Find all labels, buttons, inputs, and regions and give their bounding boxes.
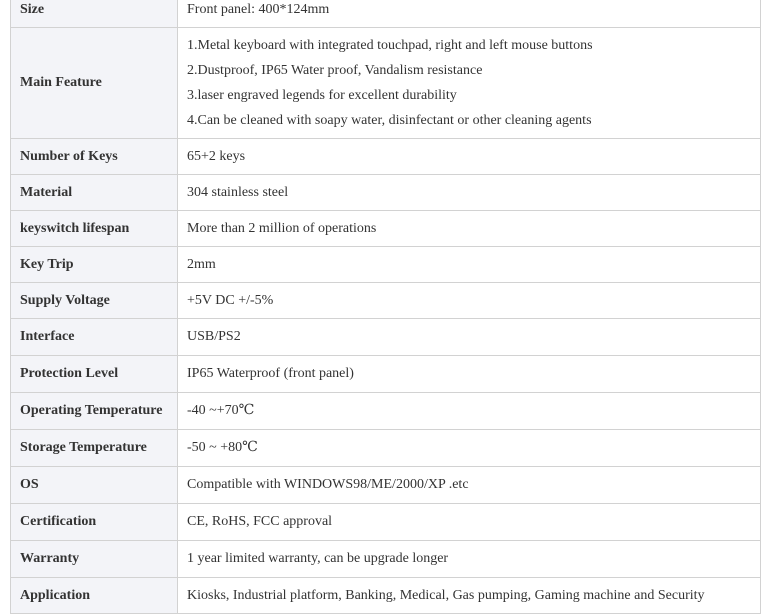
specification-table: Size Front panel: 400*124mm Main Feature… (10, 0, 761, 614)
spec-label-text: Protection Level (20, 366, 119, 381)
spec-label: Supply Voltage (10, 282, 178, 319)
spec-value: CE, RoHS, FCC approval (177, 503, 761, 541)
spec-value-text: Front panel: 400*124mm (187, 1, 330, 17)
spec-value-text: +5V DC +/-5% (187, 292, 274, 308)
spec-label: Size (10, 0, 178, 28)
spec-label-text: Interface (20, 329, 75, 344)
spec-label: OS (10, 466, 178, 504)
spec-label-text: Application (20, 587, 91, 603)
spec-label: Material (10, 174, 178, 211)
table-row-number-of-keys: Number of Keys 65+2 keys (10, 138, 761, 175)
spec-value-text: Kiosks, Industrial platform, Banking, Me… (187, 587, 705, 603)
spec-value: 65+2 keys (177, 138, 761, 175)
spec-value: -50 ~ +80℃ (177, 429, 761, 467)
spec-value: -40 ~+70℃ (177, 392, 761, 430)
spec-label-text: Main Feature (20, 75, 102, 90)
table-row-certification: Certification CE, RoHS, FCC approval (10, 503, 761, 541)
spec-label: Operating Temperature (10, 392, 178, 430)
table-row-keyswitch-lifespan: keyswitch lifespan More than 2 million o… (10, 210, 761, 247)
spec-label-text: Number of Keys (20, 148, 118, 164)
feature-item: 2.Dustproof, IP65 Water proof, Vandalism… (187, 63, 483, 78)
spec-label-text: Storage Temperature (20, 440, 147, 455)
spec-label-text: Certification (20, 514, 97, 529)
spec-label-text: Size (20, 1, 45, 17)
spec-value: IP65 Waterproof (front panel) (177, 355, 761, 393)
spec-value-text: USB/PS2 (187, 329, 241, 344)
spec-value-text: -40 ~+70℃ (187, 403, 255, 418)
spec-value: Compatible with WINDOWS98/ME/2000/XP .et… (177, 466, 761, 504)
spec-value-text: IP65 Waterproof (front panel) (187, 366, 354, 381)
spec-label-text: Operating Temperature (20, 403, 163, 418)
spec-value: +5V DC +/-5% (177, 282, 761, 319)
table-row-storage-temperature: Storage Temperature -50 ~ +80℃ (10, 429, 761, 467)
spec-label: Protection Level (10, 355, 178, 393)
table-row-size: Size Front panel: 400*124mm (10, 0, 761, 28)
table-row-os: OS Compatible with WINDOWS98/ME/2000/XP … (10, 466, 761, 504)
spec-label: Key Trip (10, 246, 178, 283)
spec-label: Warranty (10, 540, 178, 578)
spec-value-text: More than 2 million of operations (187, 220, 377, 236)
table-row-material: Material 304 stainless steel (10, 174, 761, 211)
spec-label-text: keyswitch lifespan (20, 220, 130, 236)
table-row-supply-voltage: Supply Voltage +5V DC +/-5% (10, 282, 761, 319)
spec-value-text: 1 year limited warranty, can be upgrade … (187, 551, 449, 566)
spec-label: Number of Keys (10, 138, 178, 175)
feature-item: 4.Can be cleaned with soapy water, disin… (187, 113, 592, 128)
table-row-interface: Interface USB/PS2 (10, 318, 761, 356)
table-row-main-feature: Main Feature 1.Metal keyboard with integ… (10, 27, 761, 139)
table-row-application: Application Kiosks, Industrial platform,… (10, 577, 761, 614)
spec-value: USB/PS2 (177, 318, 761, 356)
table-row-operating-temperature: Operating Temperature -40 ~+70℃ (10, 392, 761, 430)
spec-value-text: 2mm (187, 256, 216, 272)
spec-label: Storage Temperature (10, 429, 178, 467)
spec-label-text: Key Trip (20, 256, 74, 272)
spec-label: Application (10, 577, 178, 614)
table-row-protection-level: Protection Level IP65 Waterproof (front … (10, 355, 761, 393)
spec-value-text: 304 stainless steel (187, 184, 289, 200)
spec-value: 304 stainless steel (177, 174, 761, 211)
spec-value: More than 2 million of operations (177, 210, 761, 247)
spec-value-text: 65+2 keys (187, 148, 246, 164)
spec-value-feature-list: 1.Metal keyboard with integrated touchpa… (177, 27, 761, 139)
spec-value-text: Compatible with WINDOWS98/ME/2000/XP .et… (187, 477, 469, 492)
spec-value: Kiosks, Industrial platform, Banking, Me… (177, 577, 761, 614)
spec-value: 2mm (177, 246, 761, 283)
spec-label: keyswitch lifespan (10, 210, 178, 247)
spec-label: Interface (10, 318, 178, 356)
table-row-warranty: Warranty 1 year limited warranty, can be… (10, 540, 761, 578)
table-row-key-trip: Key Trip 2mm (10, 246, 761, 283)
feature-item: 3.laser engraved legends for excellent d… (187, 88, 457, 103)
spec-label-text: Material (20, 184, 73, 200)
feature-item: 1.Metal keyboard with integrated touchpa… (187, 38, 593, 53)
spec-value: Front panel: 400*124mm (177, 0, 761, 28)
spec-value-text: -50 ~ +80℃ (187, 440, 258, 455)
spec-value: 1 year limited warranty, can be upgrade … (177, 540, 761, 578)
spec-label-text: OS (20, 477, 39, 492)
spec-value-text: CE, RoHS, FCC approval (187, 514, 333, 529)
spec-label-text: Warranty (20, 551, 80, 566)
spec-label: Main Feature (10, 27, 178, 139)
spec-label: Certification (10, 503, 178, 541)
spec-label-text: Supply Voltage (20, 292, 110, 308)
